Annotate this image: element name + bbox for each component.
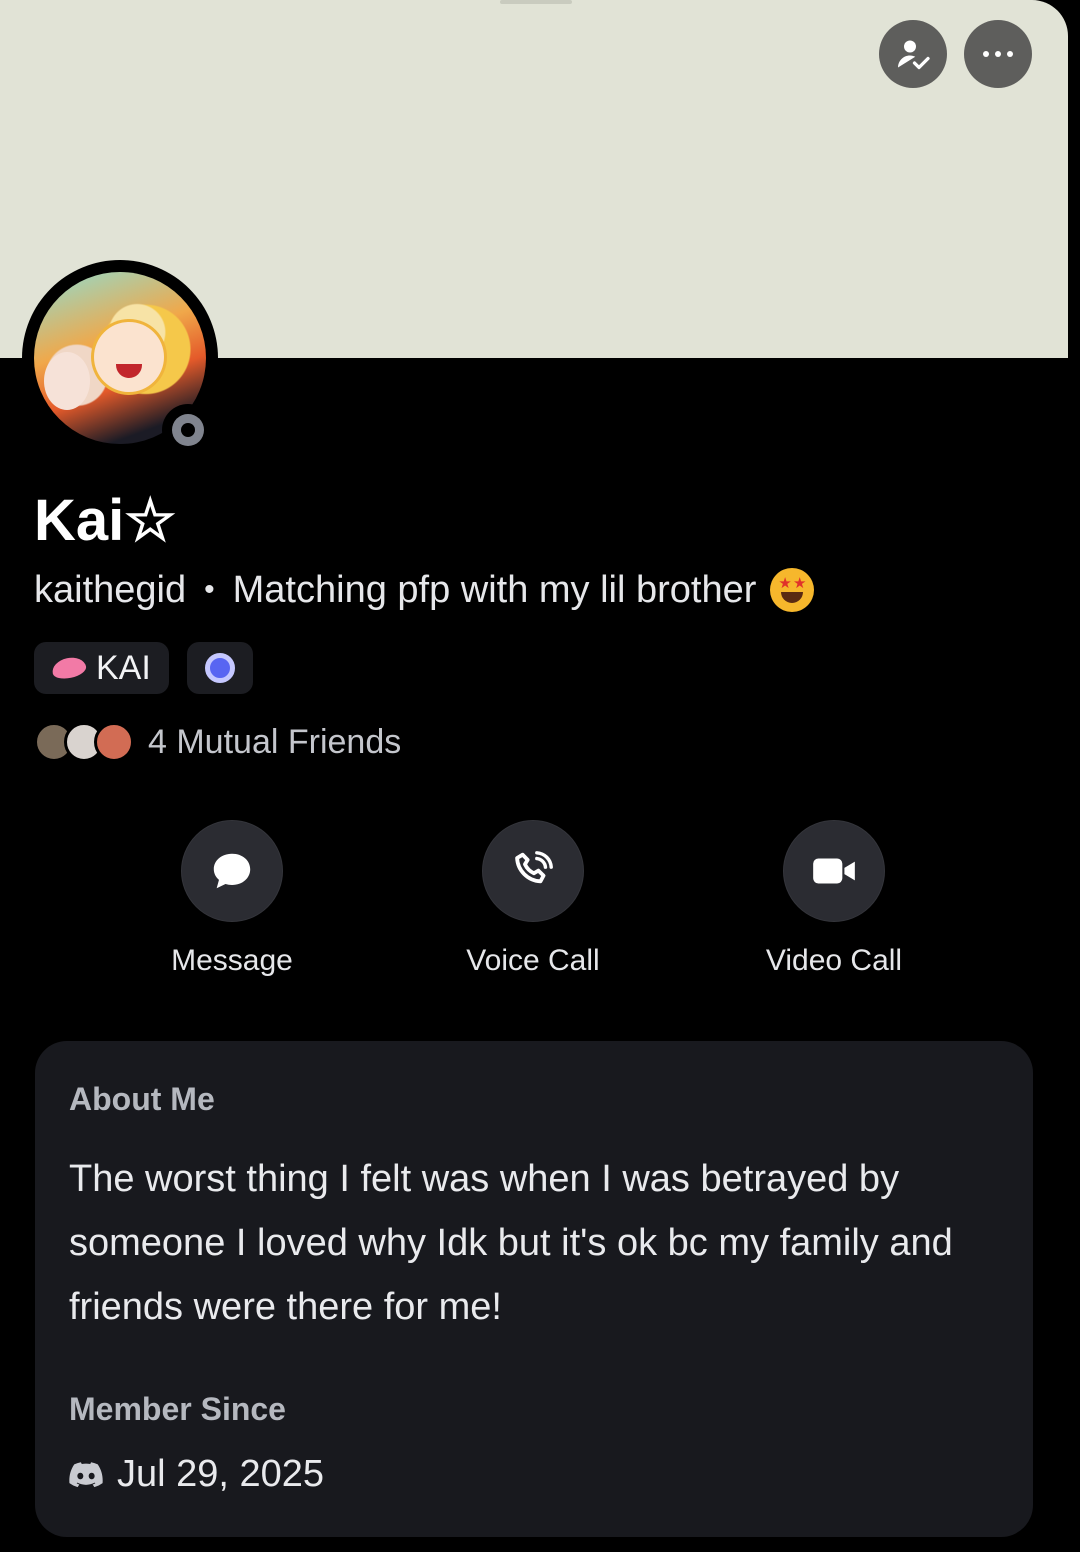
message-label: Message (171, 944, 293, 977)
member-since-heading: Member Since (69, 1391, 286, 1427)
avatar-art-face (94, 322, 164, 392)
message-button[interactable]: Message (112, 820, 352, 978)
custom-status: Matching pfp with my lil brother (232, 568, 757, 611)
more-dots-icon (983, 51, 1013, 57)
video-camera-icon (813, 858, 855, 884)
video-call-label: Video Call (765, 944, 903, 977)
mutual-friend-avatar (94, 722, 134, 762)
video-call-button-circle[interactable] (783, 820, 885, 922)
badge-row: KAI (34, 642, 253, 694)
lips-icon (50, 654, 88, 682)
video-call-button[interactable]: Video Call (714, 820, 954, 978)
chat-bubble-icon (213, 853, 251, 889)
voice-call-button[interactable]: Voice Call (413, 820, 653, 978)
username[interactable]: kaithegid (34, 569, 186, 612)
more-options-button[interactable] (964, 20, 1032, 88)
mutual-friends-label: 4 Mutual Friends (148, 722, 402, 761)
display-name: Kai☆ (34, 488, 177, 553)
offline-status-indicator (162, 404, 214, 456)
avatar-art (44, 352, 90, 410)
mutual-friends[interactable]: 4 Mutual Friends (34, 722, 401, 762)
drag-handle[interactable] (500, 0, 572, 4)
member-since-date: Jul 29, 2025 (117, 1453, 325, 1495)
clan-tag-label: KAI (96, 648, 151, 687)
screen-edge (1068, 0, 1080, 1552)
username-status-line: kaithegid • Matching pfp with my lil bro… (34, 568, 815, 612)
message-button-circle[interactable] (181, 820, 283, 922)
discord-logo-icon (69, 1461, 103, 1487)
member-since-row: Jul 29, 2025 (69, 1453, 324, 1496)
person-check-icon (898, 40, 930, 70)
voice-call-label: Voice Call (466, 944, 600, 977)
separator: • (204, 573, 215, 606)
about-me-text: The worst thing I felt was when I was be… (69, 1158, 953, 1328)
voice-call-button-circle[interactable] (482, 820, 584, 922)
phone-icon (515, 851, 553, 884)
nitro-badge[interactable] (186, 642, 253, 694)
friend-status-button[interactable] (879, 20, 947, 88)
clan-tag-badge[interactable]: KAI (34, 642, 169, 694)
nitro-badge-icon (204, 653, 235, 683)
about-me-heading: About Me (69, 1081, 215, 1117)
profile-info-card: About Me The worst thing I felt was when… (35, 1041, 1033, 1537)
star-struck-emoji-icon (770, 568, 815, 612)
